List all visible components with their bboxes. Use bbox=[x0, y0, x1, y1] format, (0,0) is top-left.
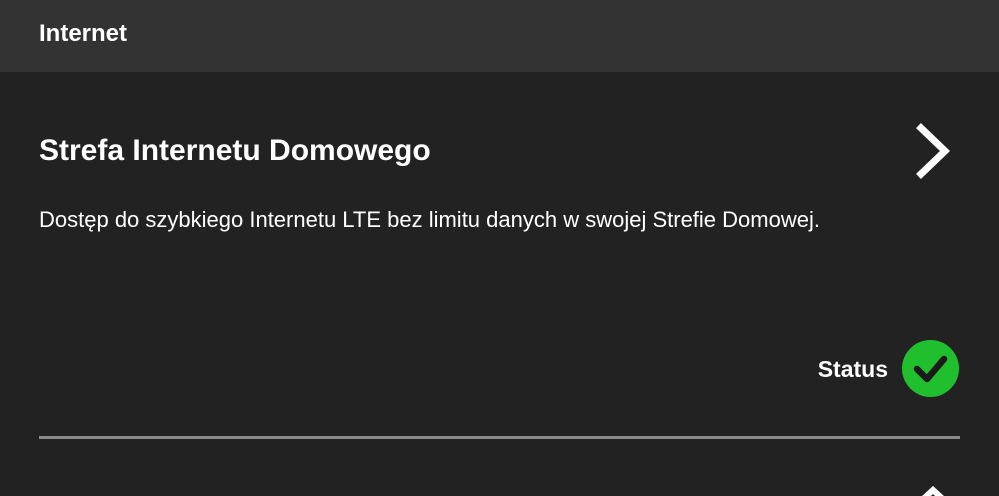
section-divider bbox=[39, 436, 960, 439]
main-content: Strefa Internetu Domowego Dostęp do szyb… bbox=[0, 72, 999, 496]
top-bar: Internet bbox=[0, 0, 999, 72]
chevron-up-icon[interactable] bbox=[912, 486, 954, 496]
service-description: Dostęp do szybkiego Internetu LTE bez li… bbox=[39, 207, 820, 232]
chevron-right-icon[interactable] bbox=[912, 123, 954, 179]
service-title: Strefa Internetu Domowego bbox=[39, 134, 431, 167]
check-circle-icon bbox=[902, 340, 959, 397]
status-indicator: Status bbox=[818, 339, 960, 398]
page-title: Internet bbox=[39, 20, 128, 47]
service-card-home-internet-zone[interactable]: Strefa Internetu Domowego Dostęp do szyb… bbox=[0, 72, 999, 438]
status-label: Status bbox=[817, 355, 888, 382]
